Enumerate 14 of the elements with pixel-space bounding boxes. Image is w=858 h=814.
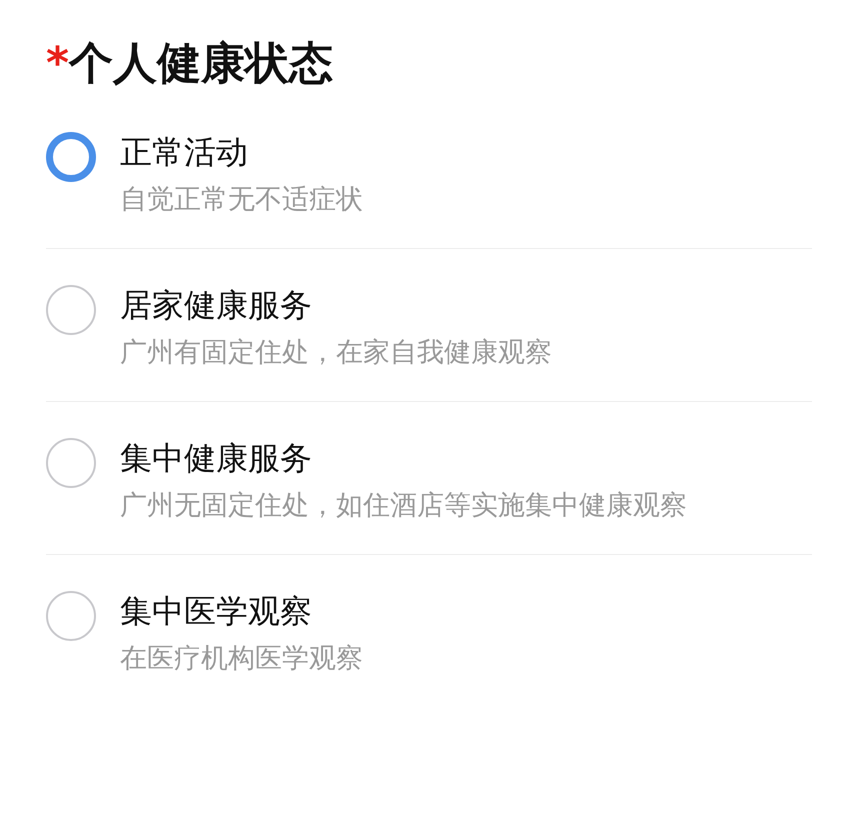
option-label: 集中健康服务	[120, 438, 313, 480]
question-title: 个人健康状态	[69, 40, 334, 88]
required-mark: *	[46, 40, 70, 88]
option-label: 正常活动	[120, 132, 249, 174]
option-label: 居家健康服务	[120, 285, 313, 326]
option-description: 广州无固定住处，如住酒店等实施集中健康观察	[120, 489, 687, 524]
radio-button[interactable]	[46, 285, 96, 336]
option-description: 在医疗机构医学观察	[120, 642, 363, 676]
option-description: 自觉正常无不适症状	[120, 183, 363, 218]
radio-button[interactable]	[46, 438, 96, 488]
radio-button[interactable]	[46, 591, 96, 642]
radio-button[interactable]	[46, 132, 96, 182]
option-description: 广州有固定住处，在家自我健康观察	[120, 336, 552, 370]
option-label: 集中医学观察	[120, 591, 313, 632]
